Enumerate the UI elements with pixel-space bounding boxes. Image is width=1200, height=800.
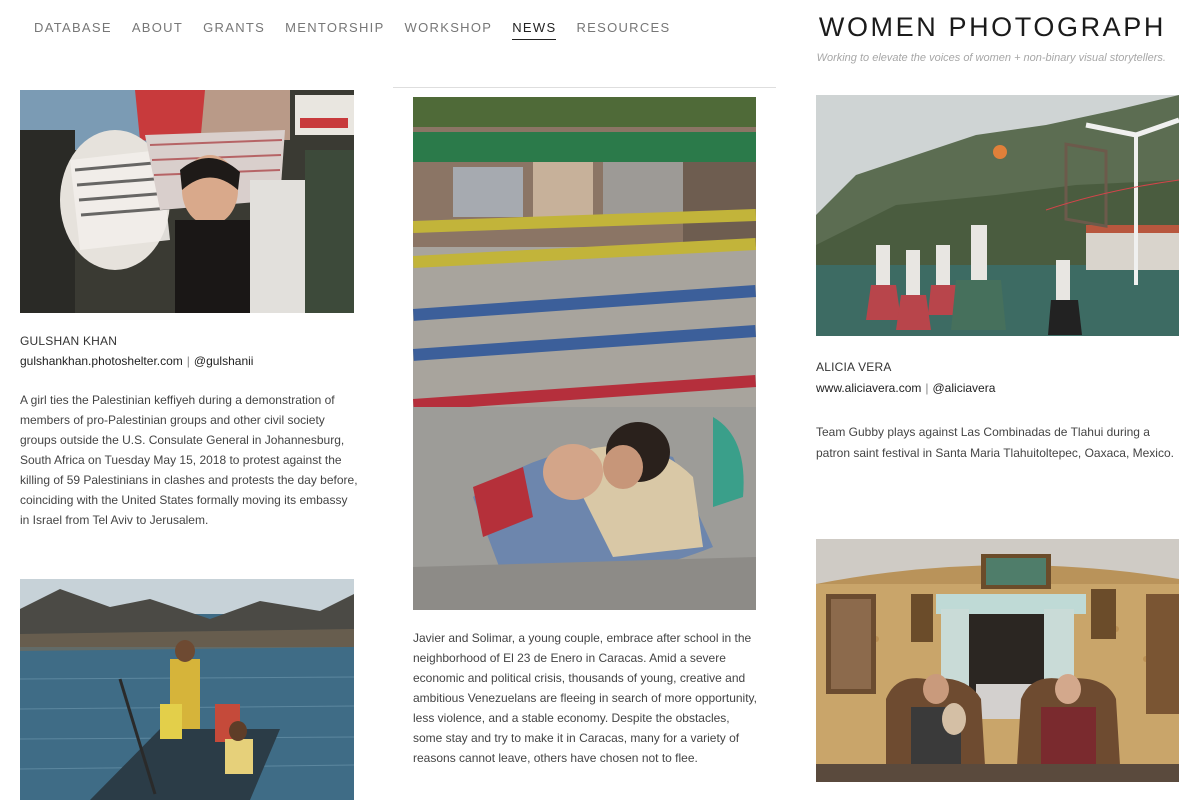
photo-basketball-oaxaca[interactable] [816, 95, 1179, 336]
site-title[interactable]: WOMEN PHOTOGRAPH [819, 12, 1166, 43]
nav-database[interactable]: DATABASE [34, 20, 112, 40]
photographer-name: ALICIA VERA [816, 360, 892, 374]
link-separator: | [925, 381, 929, 395]
photographer-website-link[interactable]: www.aliciavera.com [816, 381, 921, 395]
photo-boat-sea[interactable] [20, 579, 354, 800]
nav-workshop[interactable]: WORKSHOP [405, 20, 493, 40]
photo-caption: Javier and Solimar, a young couple, embr… [413, 631, 757, 765]
site-tagline: Working to elevate the voices of women +… [816, 52, 1166, 64]
photographer-handle-link[interactable]: @aliciavera [933, 381, 996, 395]
photographer-links: www.aliciavera.com | @aliciavera [816, 381, 995, 395]
photographer-name: GULSHAN KHAN [20, 334, 118, 348]
nav-news[interactable]: NEWS [512, 20, 557, 40]
photo-caracas-couple[interactable] [413, 97, 756, 610]
nav-mentorship[interactable]: MENTORSHIP [285, 20, 384, 40]
nav-resources[interactable]: RESOURCES [576, 20, 670, 40]
photo-protest-keffiyeh[interactable] [20, 90, 354, 313]
photo-caption: Team Gubby plays against Las Combinadas … [816, 425, 1174, 460]
photographer-handle-link[interactable]: @gulshanii [194, 354, 254, 368]
photo-caption: A girl ties the Palestinian keffiyeh dur… [20, 393, 358, 527]
nav-grants[interactable]: GRANTS [203, 20, 265, 40]
site-brand: WOMEN PHOTOGRAPH Working to elevate the … [817, 12, 1166, 64]
nav-about[interactable]: ABOUT [132, 20, 183, 40]
column-divider [393, 87, 776, 88]
photographer-website-link[interactable]: gulshankhan.photoshelter.com [20, 354, 183, 368]
main-nav: DATABASE ABOUT GRANTS MENTORSHIP WORKSHO… [34, 20, 691, 40]
photo-elderly-couple-interior[interactable] [816, 539, 1179, 782]
link-separator: | [186, 354, 190, 368]
photographer-links: gulshankhan.photoshelter.com | @gulshanii [20, 354, 253, 368]
